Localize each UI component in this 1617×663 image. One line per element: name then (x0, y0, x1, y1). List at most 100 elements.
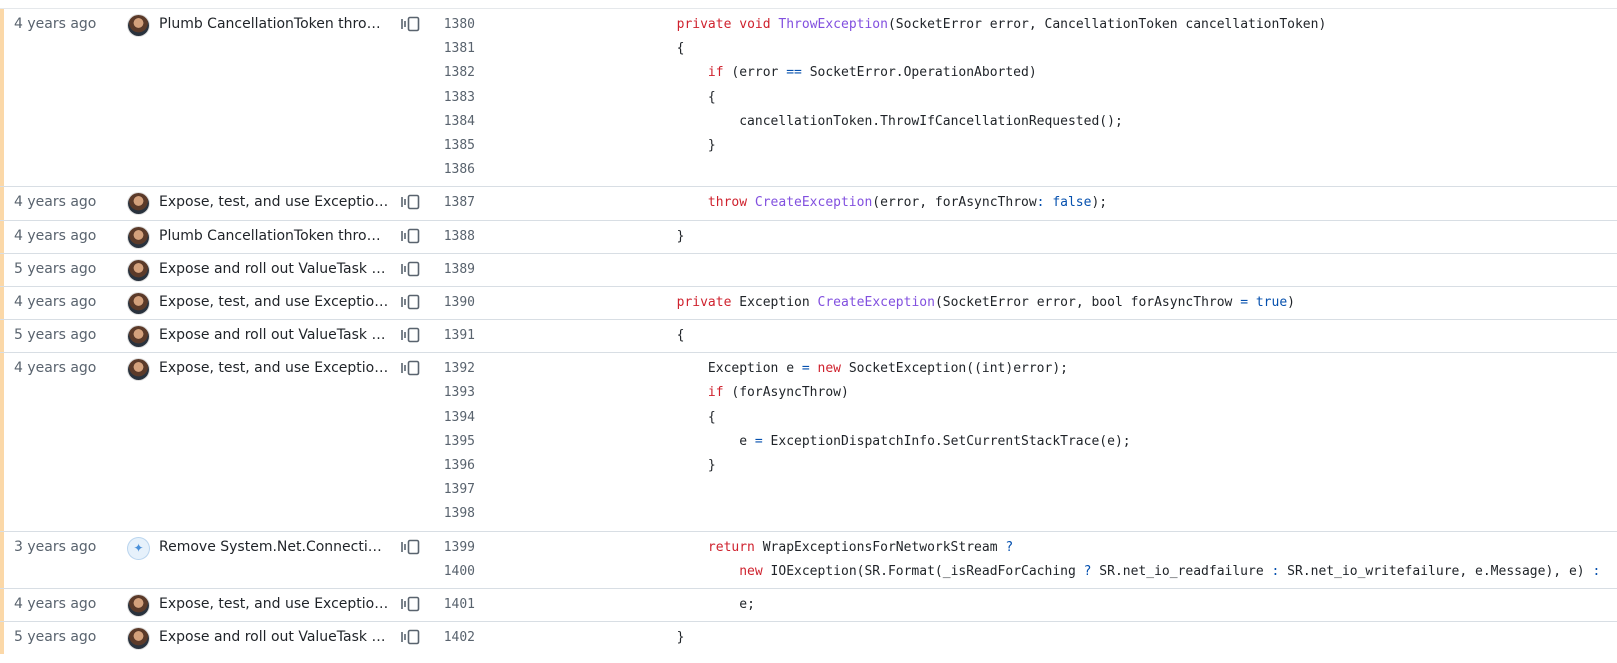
code-text: throw CreateException(error, forAsyncThr… (707, 195, 1108, 211)
commit-age: 4 years ago (14, 293, 97, 310)
commit-info: 4 years ago Plumb CancellationToken throu… (0, 9, 430, 187)
line-number[interactable]: 1394 (430, 406, 475, 430)
commit-age: 3 years ago (14, 538, 97, 555)
code-line: 1388 } (430, 225, 1617, 249)
line-number[interactable]: 1384 (430, 110, 475, 134)
commit-info: 4 years ago Plumb CancellationToken throu… (0, 220, 430, 253)
user-avatar[interactable] (128, 193, 149, 215)
blame-hunk: 4 years ago Expose, test, and use Excepti… (0, 187, 1617, 221)
blame-hunk: 5 years ago Expose and roll out ValueTask… (0, 622, 1617, 655)
blame-hunk: 3 years ago Remove System.Net.Connection.… (0, 531, 1617, 589)
code-line: 1390 private Exception CreateException(S… (430, 291, 1617, 315)
code-text: { (707, 409, 716, 425)
commit-age: 5 years ago (14, 629, 97, 646)
code-text: return WrapExceptionsForNetworkStream ? (707, 539, 1014, 555)
user-avatar[interactable] (128, 594, 149, 616)
line-number[interactable]: 1389 (430, 258, 475, 282)
reblame-icon[interactable] (400, 16, 420, 34)
commit-info: 4 years ago Expose, test, and use Excepti… (0, 353, 430, 531)
reblame-icon[interactable] (400, 294, 420, 312)
blame-hunk: 5 years ago Expose and roll out ValueTask… (0, 253, 1617, 287)
commit-message-link[interactable]: Plumb CancellationToken throug... (159, 16, 389, 32)
user-avatar[interactable] (128, 292, 149, 314)
user-avatar[interactable] (128, 259, 149, 281)
line-number[interactable]: 1395 (430, 430, 475, 454)
commit-age: 4 years ago (14, 194, 97, 211)
commit-message-link[interactable]: Expose and roll out ValueTask ex... (159, 629, 389, 645)
reblame-icon[interactable] (400, 228, 420, 246)
bot-avatar[interactable] (128, 537, 149, 559)
line-number[interactable]: 1393 (430, 381, 475, 405)
code-line: 1399 return WrapExceptionsForNetworkStre… (430, 536, 1617, 560)
line-number[interactable]: 1386 (430, 158, 475, 182)
code-line: 1381 { (430, 37, 1617, 61)
code-text: } (707, 458, 716, 473)
commit-info: 5 years ago Expose and roll out ValueTask… (0, 622, 430, 655)
commit-message-link[interactable]: Expose, test, and use ExceptionD... (159, 194, 389, 210)
line-number[interactable]: 1388 (430, 225, 475, 249)
blame-hunk: 4 years ago Expose, test, and use Excepti… (0, 286, 1617, 321)
line-number[interactable]: 1385 (430, 134, 475, 158)
code-line: 1383 { (430, 86, 1617, 110)
blame-hunk: 4 years ago Expose, test, and use Excepti… (0, 588, 1617, 623)
commit-info: 4 years ago Expose, test, and use Excepti… (0, 286, 430, 320)
code-line: 1400 new IOException(SR.Format(_isReadFo… (430, 560, 1617, 584)
code-line: 1380 private void ThrowException(SocketE… (430, 13, 1617, 37)
line-number[interactable]: 1392 (430, 357, 475, 381)
reblame-icon[interactable] (400, 596, 420, 614)
code-text: } (676, 630, 685, 646)
commit-message-link[interactable]: Plumb CancellationToken throug... (159, 228, 389, 244)
code-text: { (707, 89, 716, 105)
code-text: { (676, 328, 685, 344)
code-text: { (676, 41, 685, 57)
commit-age: 5 years ago (14, 260, 97, 277)
line-number[interactable]: 1381 (430, 37, 475, 61)
code-line: 1386 (430, 158, 1617, 182)
user-avatar[interactable] (128, 15, 149, 36)
commit-message-link[interactable]: Expose, test, and use ExceptionD... (159, 294, 389, 310)
reblame-icon[interactable] (400, 261, 420, 279)
code-line: 1397 (430, 478, 1617, 502)
commit-message-link[interactable]: Expose and roll out ValueTask ex... (159, 327, 389, 343)
blame-hunk: 4 years ago Expose, test, and use Excepti… (0, 353, 1617, 532)
commit-age: 4 years ago (14, 227, 97, 244)
reblame-icon[interactable] (400, 629, 420, 647)
code-text: private Exception CreateException(Socket… (676, 294, 1295, 310)
code-line: 1387 throw CreateException(error, forAsy… (430, 191, 1617, 215)
commit-message-link[interactable]: Expose and roll out ValueTask ex... (159, 261, 389, 277)
reblame-icon[interactable] (400, 539, 420, 557)
reblame-icon[interactable] (400, 360, 420, 378)
commit-message-link[interactable]: Expose, test, and use ExceptionD... (159, 596, 389, 612)
line-number[interactable]: 1400 (430, 560, 475, 584)
line-number[interactable]: 1396 (430, 454, 475, 478)
user-avatar[interactable] (128, 628, 149, 650)
code-line: 1395 e = ExceptionDispatchInfo.SetCurren… (430, 430, 1617, 454)
line-number[interactable]: 1398 (430, 502, 475, 526)
line-number[interactable]: 1380 (430, 13, 475, 37)
line-number[interactable]: 1397 (430, 478, 475, 502)
code-line: 1389 (430, 258, 1617, 282)
code-text: new IOException(SR.Format(_isReadForCach… (739, 563, 1601, 579)
commit-message-link[interactable]: Remove System.Net.Connection... (159, 539, 389, 555)
code-line: 1398 (430, 502, 1617, 526)
code-line: 1394 { (430, 406, 1617, 430)
user-avatar[interactable] (128, 226, 149, 248)
code-text: } (707, 137, 716, 153)
commit-info: 5 years ago Expose and roll out ValueTask… (0, 320, 430, 353)
code-text: if (error == SocketError.OperationAborte… (707, 65, 1037, 81)
line-number[interactable]: 1391 (430, 324, 475, 348)
code-line: 1391 { (430, 324, 1617, 348)
reblame-icon[interactable] (400, 194, 420, 212)
line-number[interactable]: 1390 (430, 291, 475, 315)
commit-message-link[interactable]: Expose, test, and use ExceptionD... (159, 360, 389, 376)
user-avatar[interactable] (128, 359, 149, 381)
reblame-icon[interactable] (400, 327, 420, 345)
line-number[interactable]: 1382 (430, 61, 475, 85)
user-avatar[interactable] (128, 326, 149, 348)
line-number[interactable]: 1401 (430, 593, 475, 617)
line-number[interactable]: 1383 (430, 86, 475, 110)
line-number[interactable]: 1402 (430, 626, 475, 650)
line-number[interactable]: 1399 (430, 536, 475, 560)
line-number[interactable]: 1387 (430, 191, 475, 215)
blame-hunk: 4 years ago Plumb CancellationToken throu… (0, 9, 1617, 188)
